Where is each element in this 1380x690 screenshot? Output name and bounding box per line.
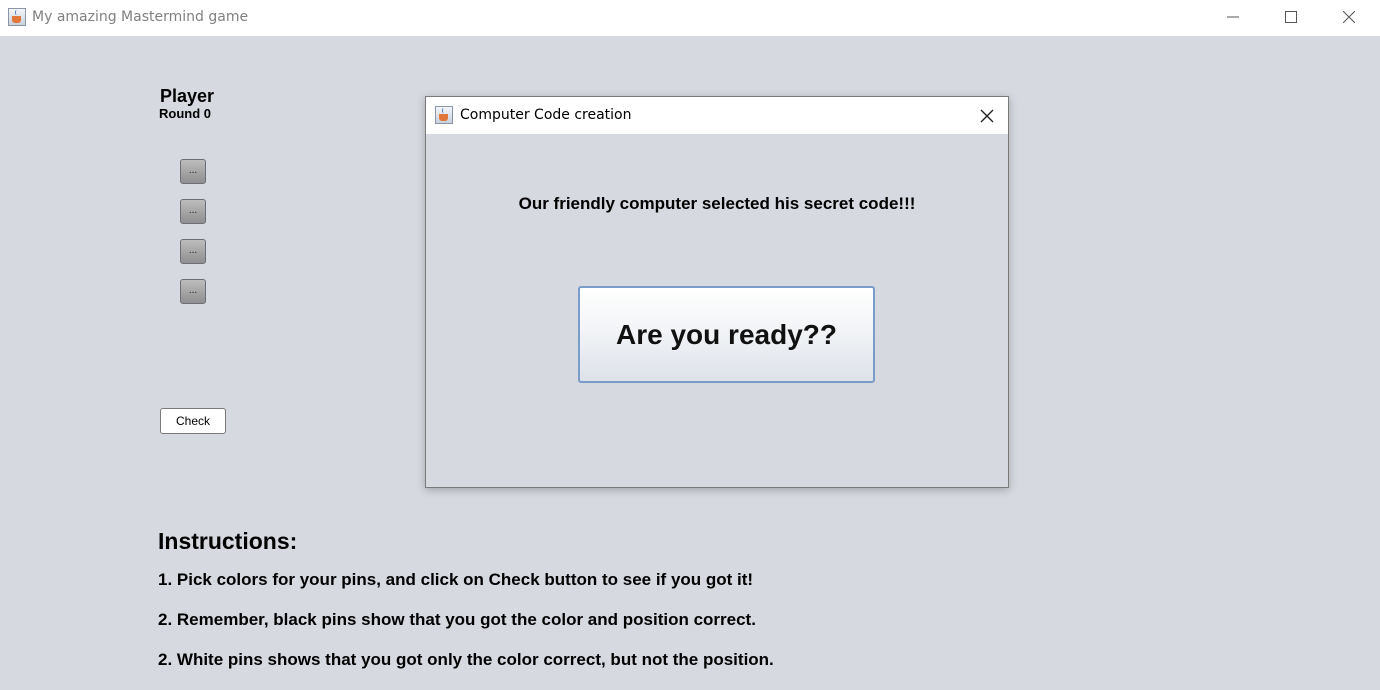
dialog-message: Our friendly computer selected his secre… [518, 194, 916, 213]
pin-button-2[interactable]: ... [180, 199, 206, 224]
instruction-line-1: 1. Pick colors for your pins, and click … [158, 570, 754, 589]
close-icon [980, 109, 994, 123]
code-creation-dialog: Computer Code creation Our friendly comp… [425, 96, 1009, 488]
pin-button-1[interactable]: ... [180, 159, 206, 184]
pin-button-3[interactable]: ... [180, 239, 206, 264]
minimize-button[interactable] [1204, 0, 1262, 34]
dialog-close-button[interactable] [970, 103, 1004, 129]
instruction-line-2: 2. Remember, black pins show that you go… [158, 610, 756, 629]
minimize-icon [1227, 16, 1239, 18]
player-label: Player [160, 86, 215, 106]
maximize-icon [1285, 11, 1297, 23]
main-window: My amazing Mastermind game Player Round … [0, 0, 1380, 690]
java-app-icon [8, 8, 26, 26]
instructions-title: Instructions: [158, 528, 298, 554]
close-icon [1343, 11, 1355, 23]
dialog-title: Computer Code creation [460, 107, 632, 123]
round-label: Round 0 [159, 106, 211, 121]
instruction-line-3: 2. White pins shows that you got only th… [158, 650, 774, 669]
maximize-button[interactable] [1262, 0, 1320, 34]
java-app-icon [435, 106, 453, 124]
dialog-titlebar[interactable]: Computer Code creation [426, 97, 1008, 134]
window-titlebar[interactable]: My amazing Mastermind game [0, 0, 1380, 36]
check-button[interactable]: Check [160, 408, 226, 434]
close-button[interactable] [1320, 0, 1378, 34]
window-title: My amazing Mastermind game [32, 9, 249, 25]
pin-button-4[interactable]: ... [180, 279, 206, 304]
ready-button[interactable]: Are you ready?? [578, 286, 875, 383]
